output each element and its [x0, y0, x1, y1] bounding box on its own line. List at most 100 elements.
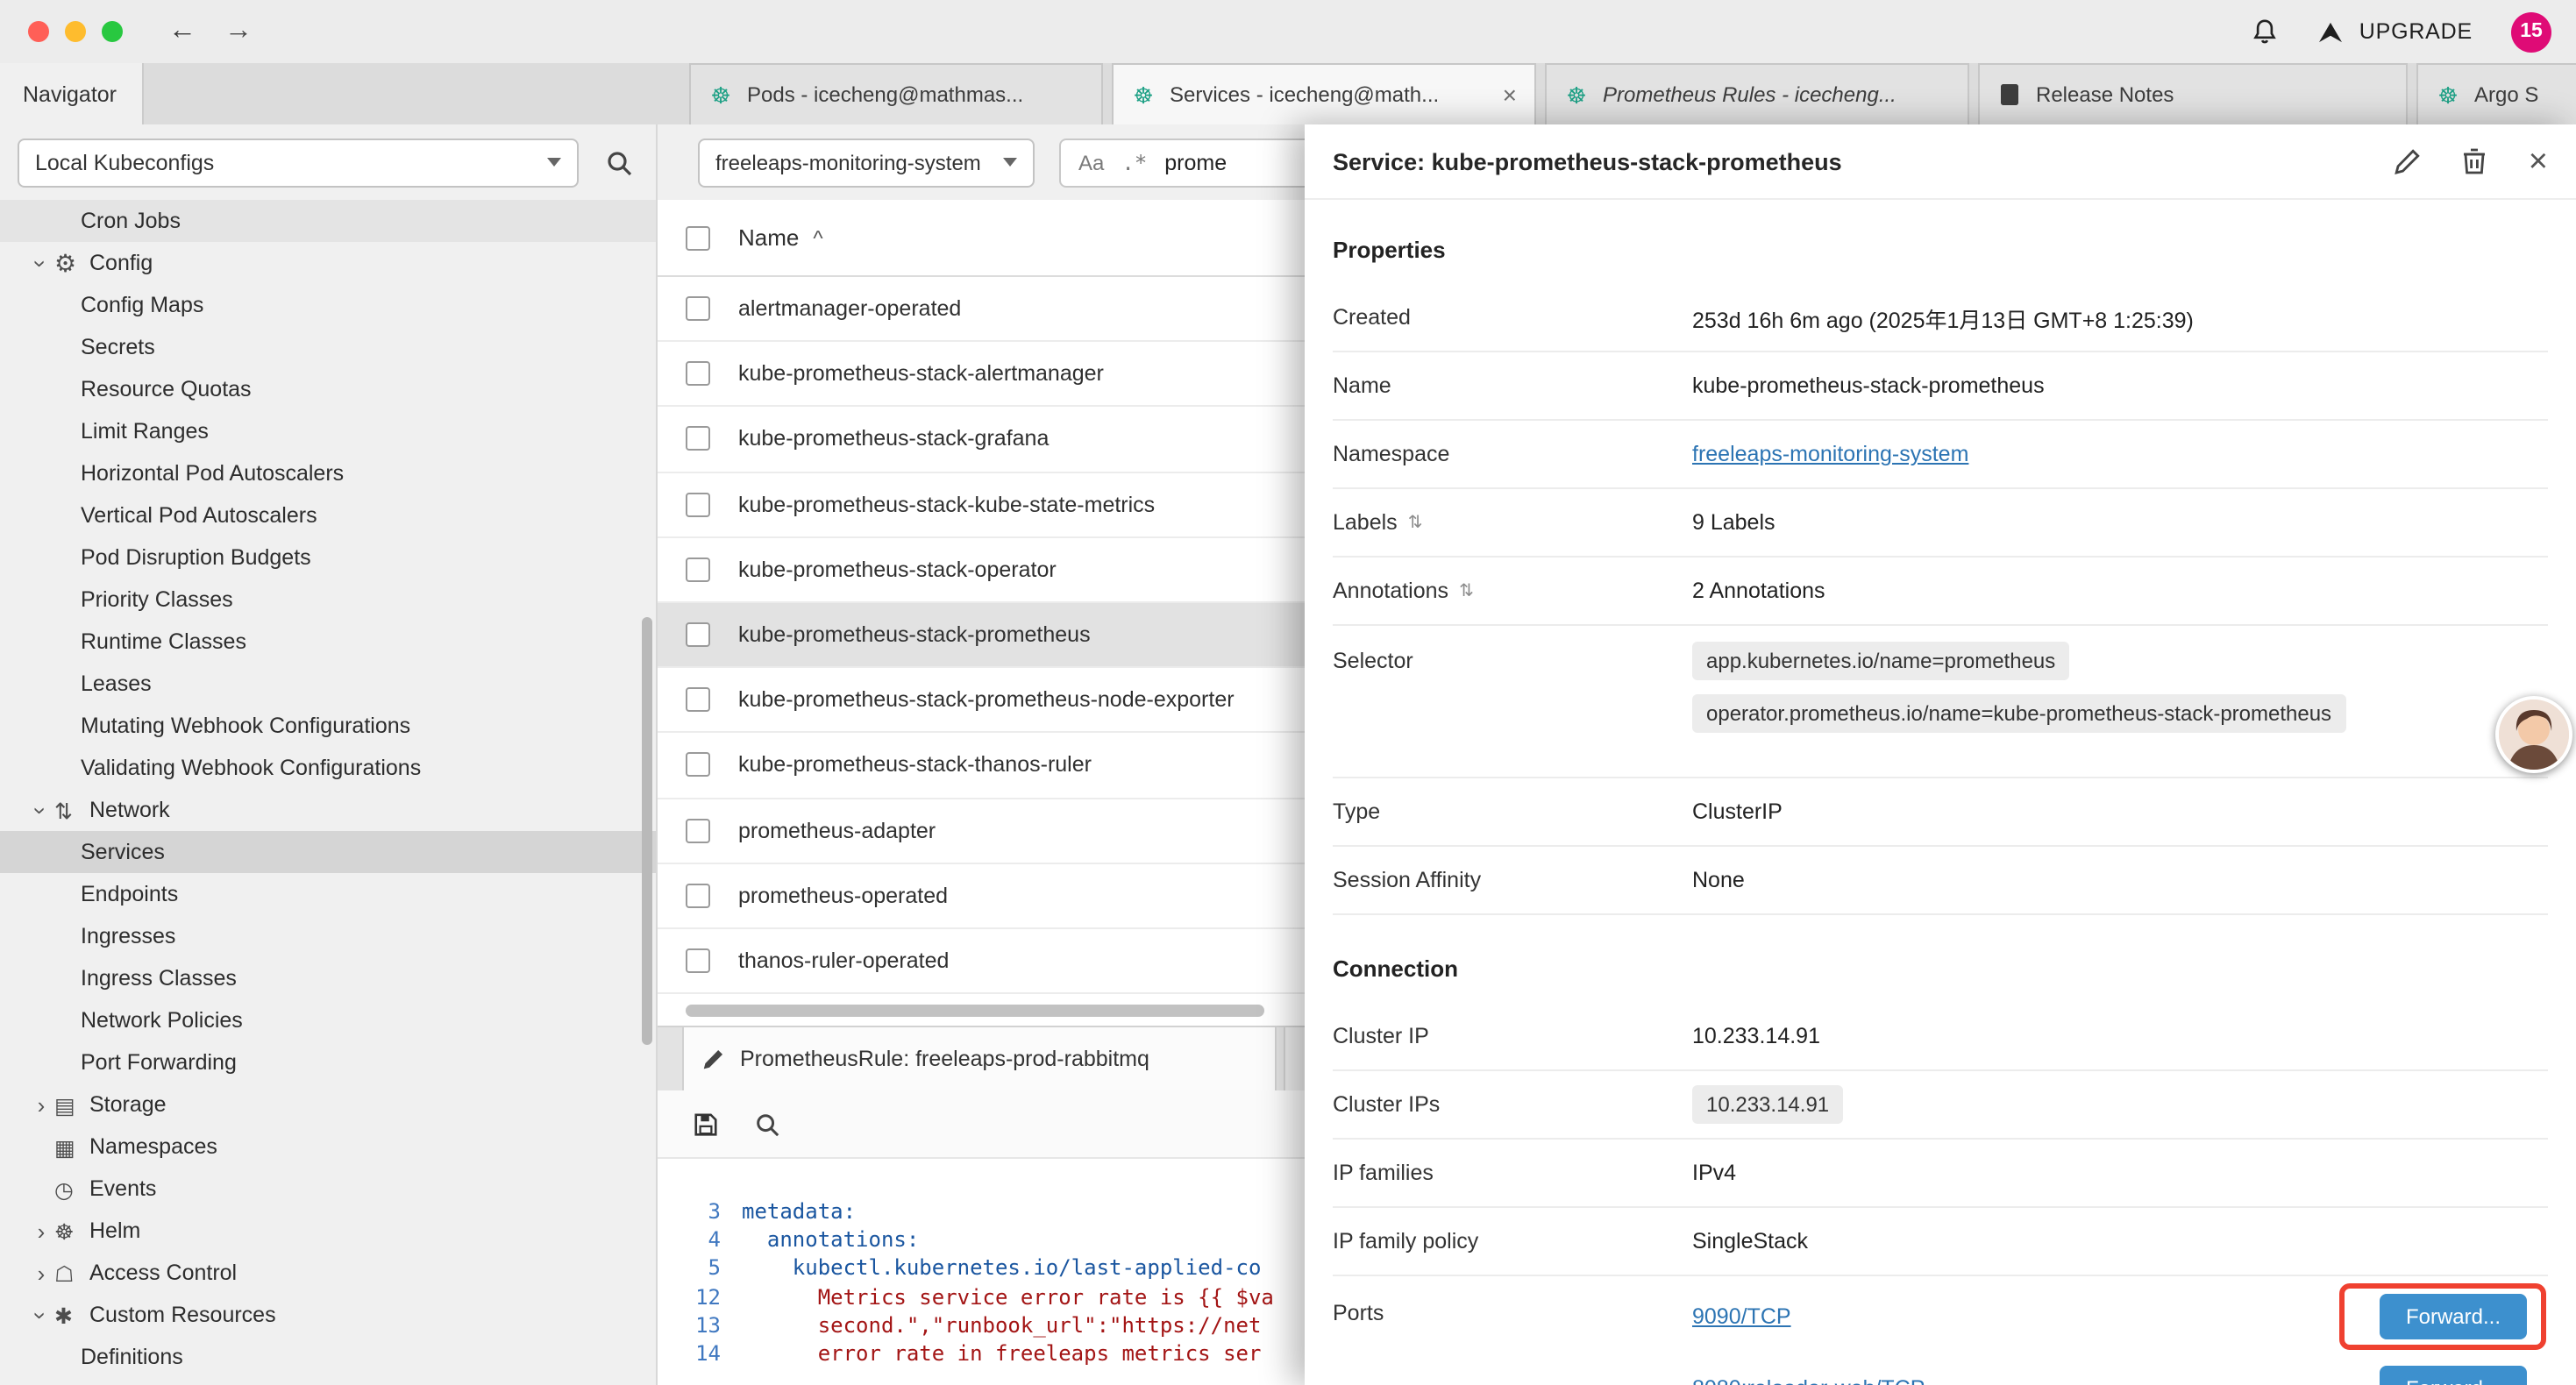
sidebar-item[interactable]: Mutating Webhook Configurations [0, 705, 656, 747]
forward-arrow-icon[interactable]: → [224, 18, 253, 46]
regex-toggle[interactable]: .* [1121, 150, 1147, 174]
row-checkbox[interactable] [686, 427, 710, 451]
chevron-icon[interactable] [28, 1302, 54, 1328]
port-link[interactable]: 9090/TCP [1692, 1303, 1791, 1328]
close-window-icon[interactable] [28, 21, 49, 42]
sidebar-item[interactable]: Events [0, 1168, 656, 1210]
namespace-select[interactable]: freeleaps-monitoring-system [698, 138, 1035, 187]
forward-button[interactable]: Forward... [2380, 1365, 2527, 1385]
dock-tab-prometheusrule[interactable]: PrometheusRule: freeleaps-prod-rabbitmq [682, 1027, 1277, 1090]
kubeconfig-select-value: Local Kubeconfigs [35, 150, 214, 174]
sidebar-item[interactable]: Limit Ranges [0, 410, 656, 452]
row-checkbox[interactable] [686, 492, 710, 516]
user-avatar[interactable] [2495, 696, 2572, 773]
save-icon[interactable] [693, 1111, 719, 1137]
row-checkbox[interactable] [686, 818, 710, 842]
sidebar-tree: Cron Jobs Config Config Maps [0, 200, 656, 1378]
scrollbar-thumb[interactable] [686, 1005, 1264, 1017]
port-link[interactable]: 8080:reloader-web/TCP [1692, 1375, 1925, 1385]
chevron-icon[interactable] [28, 1260, 54, 1286]
upgrade-button[interactable]: UPGRADE [2317, 19, 2473, 44]
row-checkbox[interactable] [686, 948, 710, 973]
row-checkbox[interactable] [686, 753, 710, 778]
row-checkbox[interactable] [686, 296, 710, 321]
sidebar-item[interactable]: Services [0, 831, 656, 873]
chevron-icon[interactable] [28, 250, 54, 276]
edit-icon[interactable] [2394, 148, 2420, 174]
connection-heading: Connection [1333, 915, 2548, 1003]
sidebar-item[interactable]: Priority Classes [0, 579, 656, 621]
cluster-tab[interactable]: Argo S [2416, 63, 2576, 124]
sidebar-item[interactable]: Runtime Classes [0, 621, 656, 663]
sidebar-item[interactable]: Ingress Classes [0, 957, 656, 999]
cluster-ip-badge: 10.233.14.91 [1692, 1085, 1843, 1124]
expand-collapse-icon[interactable]: ⇅ [1459, 581, 1474, 600]
chevron-icon[interactable] [28, 1218, 54, 1244]
back-arrow-icon[interactable]: ← [168, 18, 196, 46]
close-icon[interactable]: × [2529, 145, 2548, 178]
line-code: Metrics service error rate is {{ $va [742, 1282, 1274, 1310]
sidebar-item[interactable]: Vertical Pod Autoscalers [0, 494, 656, 536]
sidebar-item[interactable]: Ingresses [0, 915, 656, 957]
notifications-bell-icon[interactable] [2252, 18, 2279, 46]
delete-icon[interactable] [2462, 147, 2487, 175]
sidebar-item[interactable]: Definitions [0, 1336, 656, 1378]
row-checkbox[interactable] [686, 362, 710, 387]
cluster-tab[interactable]: Pods - icecheng@mathmas... [689, 63, 1103, 124]
tab-close-icon[interactable]: × [1503, 82, 1517, 107]
chevron-icon[interactable] [28, 797, 54, 823]
sidebar-item[interactable]: Endpoints [0, 873, 656, 915]
namespace-link[interactable]: freeleaps-monitoring-system [1692, 442, 1968, 466]
property-label: Cluster IP [1333, 1024, 1692, 1048]
sidebar-scrollbar[interactable] [642, 617, 652, 1045]
cluster-tab[interactable]: Services - icecheng@math... × [1112, 63, 1536, 124]
sidebar-item[interactable]: Storage [0, 1083, 656, 1126]
name-column-header[interactable]: Name [738, 224, 799, 251]
editor-search-icon[interactable] [754, 1111, 780, 1137]
sidebar-item[interactable]: Config Maps [0, 284, 656, 326]
row-checkbox[interactable] [686, 558, 710, 582]
property-value: ClusterIP [1692, 799, 2548, 824]
sidebar-item[interactable]: Network [0, 789, 656, 831]
service-name: kube-prometheus-stack-thanos-ruler [738, 753, 1092, 778]
row-checkbox[interactable] [686, 884, 710, 908]
sidebar-item[interactable]: Access Control [0, 1252, 656, 1294]
expand-collapse-icon[interactable]: ⇅ [1408, 513, 1423, 532]
row-checkbox[interactable] [686, 687, 710, 712]
cluster-tab[interactable]: Release Notes [1978, 63, 2408, 124]
sidebar-item[interactable]: Config [0, 242, 656, 284]
property-row-cluster-ip: Cluster IP 10.233.14.91 [1333, 1003, 2548, 1071]
property-label: Cluster IPs [1333, 1092, 1692, 1117]
forward-button[interactable]: Forward... [2380, 1293, 2527, 1339]
cluster-tab[interactable]: Prometheus Rules - icecheng... [1545, 63, 1969, 124]
sidebar-item[interactable]: Secrets [0, 326, 656, 368]
tab-cluster-icon [1131, 82, 1156, 107]
sort-ascending-icon[interactable]: ^ [813, 225, 822, 250]
sidebar-item[interactable]: Cron Jobs [0, 200, 656, 242]
sidebar-item[interactable]: Pod Disruption Budgets [0, 536, 656, 579]
navigator-tab[interactable]: Navigator [0, 63, 144, 124]
chevron-icon[interactable] [28, 1091, 54, 1118]
tab-label: Release Notes [2036, 82, 2174, 107]
row-checkbox[interactable] [686, 622, 710, 647]
kubeconfig-select[interactable]: Local Kubeconfigs [18, 138, 579, 187]
sidebar-item[interactable]: Leases [0, 663, 656, 705]
match-case-toggle[interactable]: Aa [1078, 150, 1104, 174]
sidebar-item[interactable]: Custom Resources [0, 1294, 656, 1336]
sidebar-item[interactable]: Resource Quotas [0, 368, 656, 410]
minimize-window-icon[interactable] [65, 21, 86, 42]
sidebar-item[interactable]: Helm [0, 1210, 656, 1252]
select-all-checkbox[interactable] [686, 225, 710, 250]
service-name: alertmanager-operated [738, 296, 961, 321]
traffic-lights [28, 21, 123, 42]
line-number: 5 [658, 1254, 742, 1282]
sidebar-search-icon[interactable] [600, 138, 638, 187]
maximize-window-icon[interactable] [102, 21, 123, 42]
sidebar-item-label: Custom Resources [89, 1303, 276, 1327]
notification-count-badge[interactable]: 15 [2511, 11, 2551, 52]
sidebar-item[interactable]: Horizontal Pod Autoscalers [0, 452, 656, 494]
sidebar-item[interactable]: Network Policies [0, 999, 656, 1041]
sidebar-item[interactable]: Validating Webhook Configurations [0, 747, 656, 789]
sidebar-item[interactable]: Namespaces [0, 1126, 656, 1168]
sidebar-item[interactable]: Port Forwarding [0, 1041, 656, 1083]
